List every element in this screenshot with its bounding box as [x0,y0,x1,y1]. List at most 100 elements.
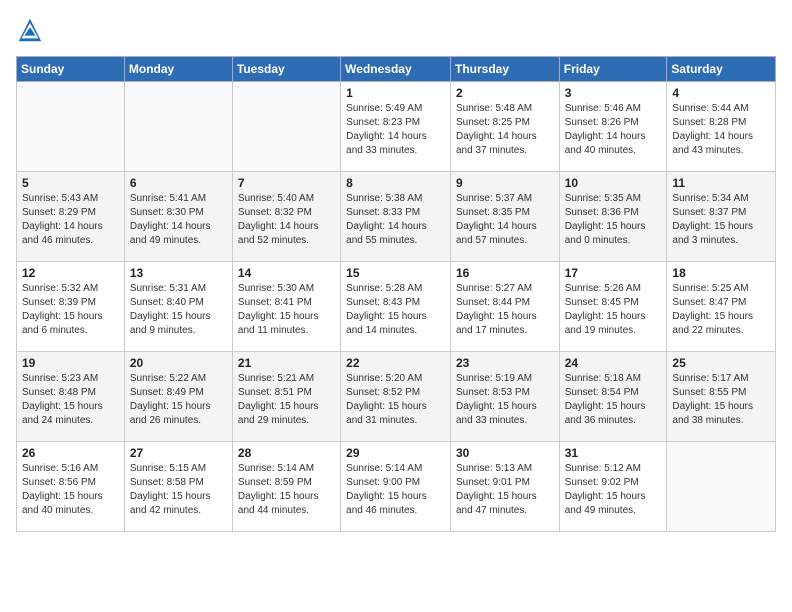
day-number: 12 [22,266,119,280]
day-info: Sunrise: 5:34 AMSunset: 8:37 PMDaylight:… [672,192,770,248]
day-info: Sunrise: 5:25 AMSunset: 8:47 PMDaylight:… [672,282,770,338]
day-info: Sunrise: 5:27 AMSunset: 8:44 PMDaylight:… [456,282,554,338]
day-number: 19 [22,356,119,370]
calendar-day-12: 12 Sunrise: 5:32 AMSunset: 8:39 PMDayligh… [17,262,125,352]
day-number: 10 [565,176,662,190]
day-info: Sunrise: 5:44 AMSunset: 8:28 PMDaylight:… [672,102,770,158]
calendar-header-saturday: Saturday [667,57,776,82]
calendar-day-29: 29 Sunrise: 5:14 AMSunset: 9:00 PMDayligh… [341,442,451,532]
day-info: Sunrise: 5:35 AMSunset: 8:36 PMDaylight:… [565,192,662,248]
day-number: 26 [22,446,119,460]
day-info: Sunrise: 5:38 AMSunset: 8:33 PMDaylight:… [346,192,445,248]
calendar-day-empty [232,82,340,172]
calendar-day-27: 27Sunrise: 5:15 AMSunset: 8:58 PMDayligh… [124,442,232,532]
calendar-week-1: 1 Sunrise: 5:49 AMSunset: 8:23 PMDaylight… [17,82,776,172]
day-info: Sunrise: 5:20 AMSunset: 8:52 PMDaylight:… [346,372,445,428]
day-number: 1 [346,86,445,100]
day-info: Sunrise: 5:16 AMSunset: 8:56 PMDaylight:… [22,462,119,518]
day-info: Sunrise: 5:17 AMSunset: 8:55 PMDaylight:… [672,372,770,428]
calendar-day-empty [124,82,232,172]
day-number: 25 [672,356,770,370]
calendar-header-friday: Friday [559,57,667,82]
day-number: 18 [672,266,770,280]
calendar-day-19: 19Sunrise: 5:23 AMSunset: 8:48 PMDayligh… [17,352,125,442]
day-number: 5 [22,176,119,190]
calendar-day-13: 13Sunrise: 5:31 AMSunset: 8:40 PMDayligh… [124,262,232,352]
day-number: 23 [456,356,554,370]
page-header [16,16,776,44]
day-number: 20 [130,356,227,370]
day-number: 9 [456,176,554,190]
calendar-day-25: 25 Sunrise: 5:17 AMSunset: 8:55 PMDayligh… [667,352,776,442]
day-number: 7 [238,176,335,190]
day-number: 17 [565,266,662,280]
day-info: Sunrise: 5:40 AMSunset: 8:32 PMDaylight:… [238,192,335,248]
calendar-day-31: 31 Sunrise: 5:12 AMSunset: 9:02 PMDayligh… [559,442,667,532]
calendar-day-21: 21 Sunrise: 5:21 AMSunset: 8:51 PMDayligh… [232,352,340,442]
calendar-day-14: 14 Sunrise: 5:30 AMSunset: 8:41 PMDayligh… [232,262,340,352]
day-number: 31 [565,446,662,460]
day-info: Sunrise: 5:31 AMSunset: 8:40 PMDaylight:… [130,282,227,338]
day-number: 24 [565,356,662,370]
day-info: Sunrise: 5:14 AMSunset: 9:00 PMDaylight:… [346,462,445,518]
logo-icon [16,16,44,44]
calendar-day-3: 3Sunrise: 5:46 AMSunset: 8:26 PMDaylight… [559,82,667,172]
day-number: 14 [238,266,335,280]
calendar-week-3: 12 Sunrise: 5:32 AMSunset: 8:39 PMDayligh… [17,262,776,352]
day-info: Sunrise: 5:43 AMSunset: 8:29 PMDaylight:… [22,192,119,248]
day-info: Sunrise: 5:21 AMSunset: 8:51 PMDaylight:… [238,372,335,428]
calendar-header-wednesday: Wednesday [341,57,451,82]
calendar-day-11: 11 Sunrise: 5:34 AMSunset: 8:37 PMDayligh… [667,172,776,262]
calendar-day-24: 24Sunrise: 5:18 AMSunset: 8:54 PMDayligh… [559,352,667,442]
day-info: Sunrise: 5:28 AMSunset: 8:43 PMDaylight:… [346,282,445,338]
day-number: 21 [238,356,335,370]
day-number: 4 [672,86,770,100]
day-info: Sunrise: 5:14 AMSunset: 8:59 PMDaylight:… [238,462,335,518]
day-info: Sunrise: 5:37 AMSunset: 8:35 PMDaylight:… [456,192,554,248]
day-info: Sunrise: 5:22 AMSunset: 8:49 PMDaylight:… [130,372,227,428]
day-number: 28 [238,446,335,460]
calendar-header-sunday: Sunday [17,57,125,82]
day-info: Sunrise: 5:19 AMSunset: 8:53 PMDaylight:… [456,372,554,428]
day-number: 11 [672,176,770,190]
day-number: 30 [456,446,554,460]
calendar-day-2: 2 Sunrise: 5:48 AMSunset: 8:25 PMDaylight… [450,82,559,172]
day-number: 22 [346,356,445,370]
calendar-day-10: 10 Sunrise: 5:35 AMSunset: 8:36 PMDayligh… [559,172,667,262]
day-number: 29 [346,446,445,460]
calendar-day-20: 20 Sunrise: 5:22 AMSunset: 8:49 PMDayligh… [124,352,232,442]
calendar-header-thursday: Thursday [450,57,559,82]
day-info: Sunrise: 5:32 AMSunset: 8:39 PMDaylight:… [22,282,119,338]
day-number: 16 [456,266,554,280]
calendar-day-5: 5 Sunrise: 5:43 AMSunset: 8:29 PMDaylight… [17,172,125,262]
calendar-day-empty [17,82,125,172]
logo [16,16,48,44]
calendar-header-row: SundayMondayTuesdayWednesdayThursdayFrid… [17,57,776,82]
calendar-week-2: 5 Sunrise: 5:43 AMSunset: 8:29 PMDaylight… [17,172,776,262]
calendar-day-18: 18 Sunrise: 5:25 AMSunset: 8:47 PMDayligh… [667,262,776,352]
day-number: 15 [346,266,445,280]
day-info: Sunrise: 5:15 AMSunset: 8:58 PMDaylight:… [130,462,227,518]
calendar-day-6: 6Sunrise: 5:41 AMSunset: 8:30 PMDaylight… [124,172,232,262]
calendar-day-28: 28 Sunrise: 5:14 AMSunset: 8:59 PMDayligh… [232,442,340,532]
calendar-day-17: 17 Sunrise: 5:26 AMSunset: 8:45 PMDayligh… [559,262,667,352]
day-info: Sunrise: 5:26 AMSunset: 8:45 PMDaylight:… [565,282,662,338]
calendar-day-26: 26 Sunrise: 5:16 AMSunset: 8:56 PMDayligh… [17,442,125,532]
calendar-day-16: 16 Sunrise: 5:27 AMSunset: 8:44 PMDayligh… [450,262,559,352]
calendar-day-9: 9 Sunrise: 5:37 AMSunset: 8:35 PMDaylight… [450,172,559,262]
calendar-table: SundayMondayTuesdayWednesdayThursdayFrid… [16,56,776,532]
day-info: Sunrise: 5:49 AMSunset: 8:23 PMDaylight:… [346,102,445,158]
day-info: Sunrise: 5:12 AMSunset: 9:02 PMDaylight:… [565,462,662,518]
calendar-day-1: 1 Sunrise: 5:49 AMSunset: 8:23 PMDaylight… [341,82,451,172]
day-info: Sunrise: 5:13 AMSunset: 9:01 PMDaylight:… [456,462,554,518]
calendar-day-empty [667,442,776,532]
calendar-day-4: 4 Sunrise: 5:44 AMSunset: 8:28 PMDaylight… [667,82,776,172]
day-info: Sunrise: 5:30 AMSunset: 8:41 PMDaylight:… [238,282,335,338]
calendar-week-5: 26 Sunrise: 5:16 AMSunset: 8:56 PMDayligh… [17,442,776,532]
day-number: 2 [456,86,554,100]
day-info: Sunrise: 5:48 AMSunset: 8:25 PMDaylight:… [456,102,554,158]
calendar-day-22: 22 Sunrise: 5:20 AMSunset: 8:52 PMDayligh… [341,352,451,442]
calendar-day-15: 15 Sunrise: 5:28 AMSunset: 8:43 PMDayligh… [341,262,451,352]
day-number: 8 [346,176,445,190]
calendar-day-23: 23 Sunrise: 5:19 AMSunset: 8:53 PMDayligh… [450,352,559,442]
